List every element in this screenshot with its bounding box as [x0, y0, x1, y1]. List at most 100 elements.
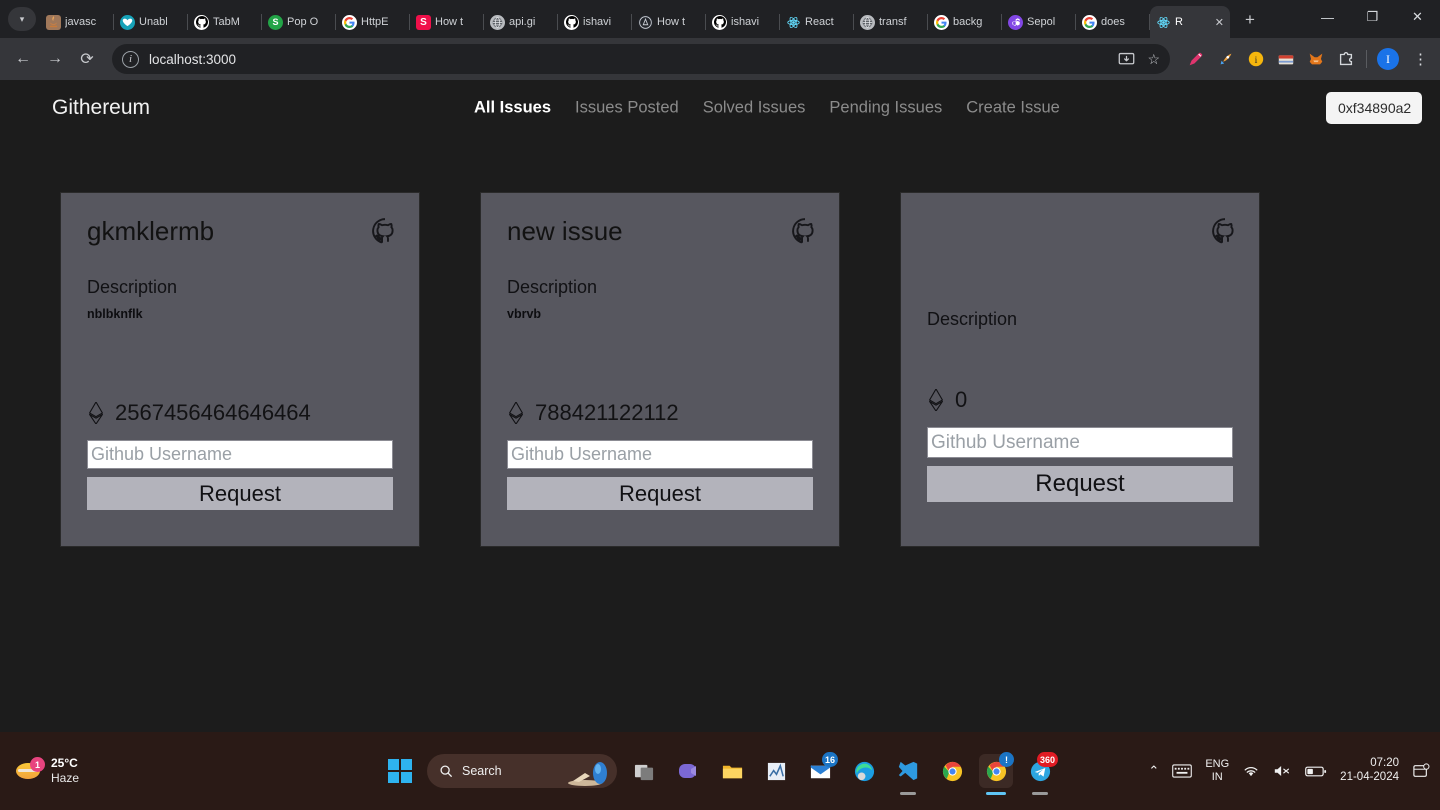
nav-item-issues-posted[interactable]: Issues Posted [575, 99, 679, 118]
rocket-icon[interactable] [1216, 49, 1236, 69]
mute-icon[interactable] [1273, 764, 1292, 778]
reload-button[interactable]: ⟳ [72, 44, 102, 74]
new-tab-button[interactable]: + [1236, 6, 1264, 34]
forward-button[interactable]: → [40, 44, 70, 74]
weather-widget[interactable]: 1 25°C Haze [0, 756, 79, 786]
ethereum-icon [509, 402, 523, 424]
info-badge-icon[interactable]: i [1246, 49, 1266, 69]
request-button[interactable]: Request [507, 477, 813, 510]
pen-icon[interactable] [1186, 49, 1206, 69]
chrome-active-icon[interactable]: ! [979, 752, 1014, 795]
browser-tab[interactable]: S Pop O [262, 6, 336, 38]
browser-tab[interactable]: React [780, 6, 854, 38]
mail-icon[interactable]: 16 [803, 752, 838, 788]
browser-tab[interactable]: S How t [410, 6, 484, 38]
notification-icon[interactable] [1412, 763, 1430, 779]
chrome-icon[interactable] [935, 754, 969, 788]
nav-item-solved-issues[interactable]: Solved Issues [703, 99, 806, 118]
browser-tab[interactable]: R ✕ [1150, 6, 1230, 38]
card-description-label: Description [87, 277, 178, 297]
weather-text: 25°C Haze [51, 756, 79, 786]
github-username-input[interactable]: Github Username [87, 440, 393, 469]
profile-avatar[interactable]: I [1377, 48, 1399, 70]
nav-item-pending-issues[interactable]: Pending Issues [829, 99, 942, 118]
haze-sun-icon: 1 [16, 757, 45, 784]
browser-menu-button[interactable]: ⋮ [1409, 50, 1432, 68]
request-button[interactable]: Request [87, 477, 393, 510]
clock-date: 21-04-2024 [1340, 771, 1399, 783]
github-username-input[interactable]: Github Username [927, 427, 1233, 458]
github-icon [1212, 218, 1234, 244]
chart-app-icon[interactable] [759, 754, 793, 788]
card-amount: 2567456464646464 [61, 400, 419, 426]
globe-icon [490, 14, 505, 30]
site-info-icon[interactable]: i [122, 50, 139, 68]
green-s-icon: S [268, 14, 283, 30]
bookmark-star-icon[interactable]: ☆ [1147, 51, 1160, 68]
address-bar-actions: ☆ [1118, 51, 1160, 68]
react-icon [786, 15, 801, 30]
address-bar[interactable]: i localhost:3000 ☆ [112, 44, 1170, 74]
minimize-button[interactable]: — [1305, 0, 1350, 34]
language-indicator[interactable]: ENG IN [1205, 758, 1229, 783]
google-icon [342, 14, 357, 30]
back-button[interactable]: ← [8, 44, 38, 74]
request-button[interactable]: Request [927, 466, 1233, 502]
browser-tab[interactable]: TabM [188, 6, 262, 38]
tab-label: R [1175, 16, 1183, 28]
issue-card: new issue Description vbrvb 788421122112 Git… [480, 192, 840, 547]
browser-tab[interactable]: Sepol [1002, 6, 1076, 38]
vscode-icon[interactable] [891, 754, 925, 795]
react-icon [1156, 15, 1171, 30]
windows-taskbar: 1 25°C Haze Search 16 ! 360 ⌃ ENG IN 07:… [0, 732, 1440, 810]
wallet-address-button[interactable]: 0xf34890a2 [1326, 92, 1422, 124]
close-tab-button[interactable]: ✕ [1215, 16, 1224, 29]
tab-label: does [1101, 16, 1125, 28]
tab-search-button[interactable]: ▾ [8, 7, 36, 31]
browser-tab[interactable]: ishavi [558, 6, 632, 38]
nav-item-create-issue[interactable]: Create Issue [966, 99, 1060, 118]
system-tray: ⌃ ENG IN 07:20 21-04-2024 [1148, 757, 1430, 785]
puzzle-icon[interactable] [1336, 49, 1356, 69]
tab-label: Sepol [1027, 16, 1056, 28]
nav-item-all-issues[interactable]: All Issues [474, 99, 551, 118]
tray-overflow-icon[interactable]: ⌃ [1148, 763, 1159, 779]
site-brand[interactable]: Githereum [52, 96, 150, 120]
card-amount-value: 0 [955, 387, 968, 412]
browser-tab[interactable]: api.gi [484, 6, 558, 38]
task-view-icon[interactable] [627, 754, 661, 788]
wallet-icon[interactable] [1276, 49, 1296, 69]
taskbar-search[interactable]: Search [427, 754, 617, 788]
telegram-running-indicator [1032, 792, 1048, 795]
dark-a-icon [638, 14, 653, 30]
windows-logo-icon [388, 759, 412, 783]
telegram-icon[interactable]: 360 [1023, 752, 1058, 795]
teams-icon[interactable] [671, 754, 705, 788]
search-icon [439, 764, 453, 778]
close-window-button[interactable]: ✕ [1395, 0, 1440, 34]
browser-tab[interactable]: javasc [40, 6, 114, 38]
teal-circle-icon [120, 14, 135, 30]
browser-tab[interactable]: ishavi [706, 6, 780, 38]
browser-tab[interactable]: backg [928, 6, 1002, 38]
metamask-fox-icon[interactable] [1306, 49, 1326, 69]
search-illustration-icon [565, 757, 611, 787]
browser-tab[interactable]: does [1076, 6, 1150, 38]
keyboard-icon[interactable] [1172, 764, 1193, 778]
maximize-button[interactable]: ❐ [1350, 0, 1395, 34]
start-button[interactable] [383, 754, 417, 788]
clock[interactable]: 07:20 21-04-2024 [1340, 757, 1399, 785]
battery-icon[interactable] [1305, 765, 1327, 778]
install-app-icon[interactable] [1118, 51, 1135, 68]
tab-label: ishavi [731, 16, 760, 28]
browser-tab[interactable]: HttpE [336, 6, 410, 38]
wifi-icon[interactable] [1242, 764, 1260, 778]
extensions-area: i I ⋮ [1180, 48, 1432, 70]
browser-tab[interactable]: Unabl [114, 6, 188, 38]
tab-label: How t [657, 16, 686, 28]
browser-tab[interactable]: transf [854, 6, 928, 38]
file-explorer-icon[interactable] [715, 754, 749, 788]
browser-tab[interactable]: How t [632, 6, 706, 38]
edge-icon[interactable] [847, 754, 881, 788]
github-username-input[interactable]: Github Username [507, 440, 813, 469]
